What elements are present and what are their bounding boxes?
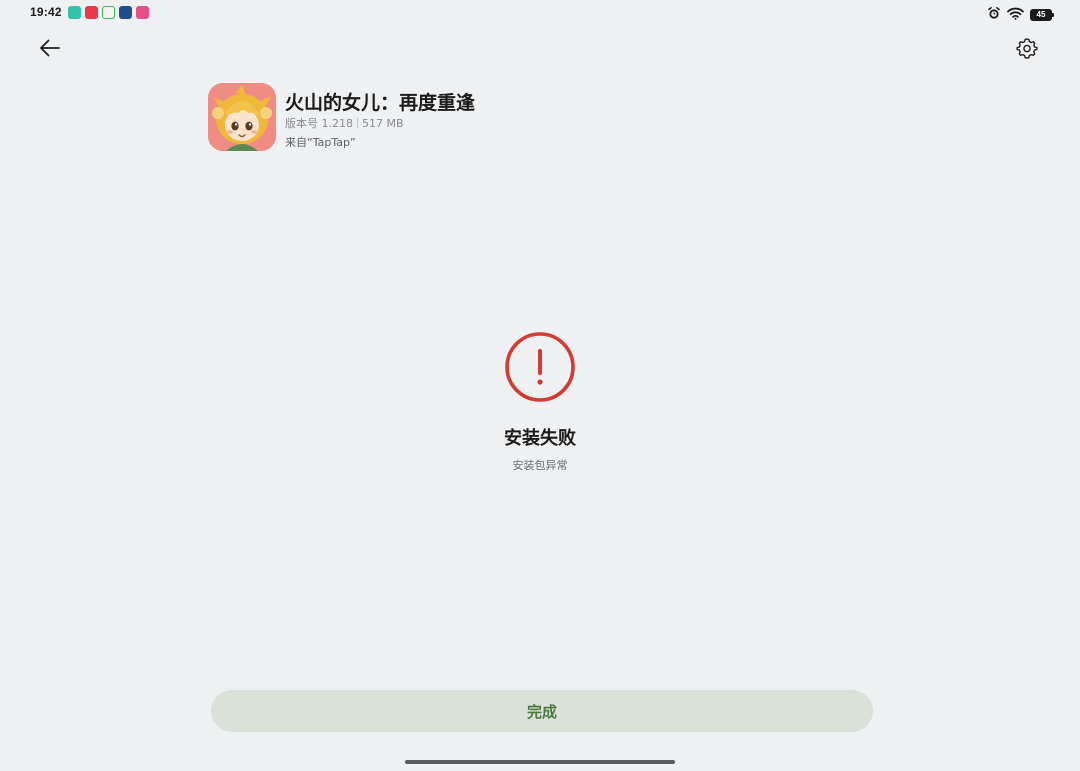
app-meta: 版本号 1.218 517 MB [285,115,404,131]
chat-app-icon [68,6,81,19]
done-button[interactable]: 完成 [211,690,873,732]
app-source: 来自“TapTap” [285,136,356,149]
app-icon [208,83,276,151]
app-title: 火山的女儿：再度重逢 [285,92,476,114]
app-size: 517 MB [362,116,404,130]
notification-icons [68,6,149,19]
error-exclamation-icon [504,331,576,403]
settings-button[interactable] [1011,34,1043,66]
status-right: 45 [987,5,1054,24]
gear-icon [1016,37,1038,63]
install-status-subtitle: 安装包异常 [512,459,568,472]
home-indicator[interactable] [405,760,675,764]
green-app-icon [102,6,115,19]
back-button[interactable] [34,34,66,66]
status-bar: 19:42 45 [0,0,1080,24]
blue-app-icon [119,6,132,19]
battery-icon: 45 [1030,8,1054,21]
arrow-left-icon [38,36,62,64]
status-time: 19:42 [30,5,62,19]
meta-separator [357,118,358,128]
wifi-icon [1007,5,1024,24]
pink-app-icon [136,6,149,19]
red-app-icon [85,6,98,19]
done-button-label: 完成 [526,702,557,721]
install-status-title: 安装失败 [504,428,576,449]
app-version: 版本号 1.218 [285,117,353,130]
alarm-icon [987,5,1001,24]
